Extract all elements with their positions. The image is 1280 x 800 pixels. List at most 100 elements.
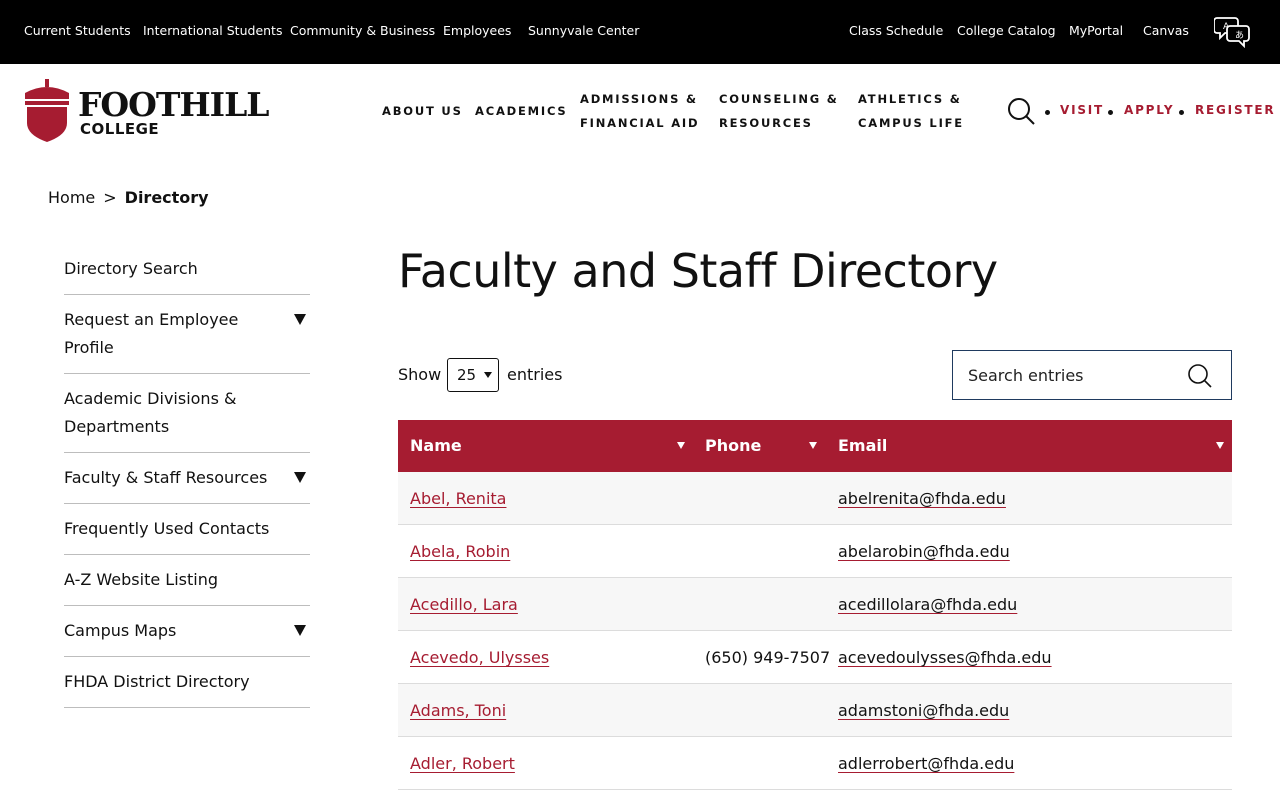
sidebar-item-campus-maps[interactable]: Campus Maps xyxy=(64,606,310,657)
nav-academics[interactable]: ACADEMICS xyxy=(475,99,568,123)
entries-label: entries xyxy=(507,365,563,384)
caret-down-icon[interactable] xyxy=(294,472,306,483)
employee-email-link[interactable]: acevedoulysses@fhda.edu xyxy=(838,648,1052,667)
cell-name: Adler, Robert xyxy=(410,737,515,790)
column-header-label: Email xyxy=(838,436,888,455)
page-title: Faculty and Staff Directory xyxy=(398,244,998,298)
employee-name-link[interactable]: Acevedo, Ulysses xyxy=(410,648,549,667)
cell-email: acevedoulysses@fhda.edu xyxy=(838,631,1052,684)
sidebar-item-az-website-listing[interactable]: A-Z Website Listing xyxy=(64,555,310,606)
page-size-value: 25 xyxy=(457,366,477,384)
sort-icon xyxy=(677,442,685,449)
translate-icon[interactable]: A あ xyxy=(1214,14,1252,48)
table-row: Abel, Renita abelrenita@fhda.edu xyxy=(398,472,1232,525)
employee-email-link[interactable]: abelrenita@fhda.edu xyxy=(838,489,1006,508)
sidebar-item-label: FHDA District Directory xyxy=(64,672,250,691)
cell-name: Abela, Robin xyxy=(410,525,510,578)
nav-counseling-resources[interactable]: COUNSELING & RESOURCES xyxy=(719,87,839,135)
column-header-label: Phone xyxy=(705,436,762,455)
cell-email: abelrenita@fhda.edu xyxy=(838,472,1006,525)
employee-name-link[interactable]: Acedillo, Lara xyxy=(410,595,518,614)
sidebar-item-frequently-used-contacts[interactable]: Frequently Used Contacts xyxy=(64,504,310,555)
utility-bar: Current Students International Students … xyxy=(0,0,1280,64)
cell-name: Adams, Toni xyxy=(410,684,506,737)
visit-link[interactable]: VISIT xyxy=(1060,103,1104,117)
apply-link[interactable]: APPLY xyxy=(1124,103,1174,117)
column-header-phone[interactable]: Phone xyxy=(705,420,823,472)
employee-email-link[interactable]: adamstoni@fhda.edu xyxy=(838,701,1009,720)
column-header-name[interactable]: Name xyxy=(410,420,695,472)
foothill-college-logo[interactable]: FOOTHILL COLLEGE xyxy=(23,79,269,143)
sidebar-item-label: Directory Search xyxy=(64,259,198,278)
cell-phone: (650) 949-7507 xyxy=(705,648,831,667)
sidebar-item-academic-divisions[interactable]: Academic Divisions & Departments xyxy=(64,374,310,453)
chevron-down-icon xyxy=(484,372,492,378)
nav-about-us[interactable]: ABOUT US xyxy=(382,99,463,123)
logo-wordmark-line2: COLLEGE xyxy=(80,120,160,138)
utility-link-employees[interactable]: Employees xyxy=(443,23,511,38)
caret-down-icon[interactable] xyxy=(294,625,306,636)
breadcrumb-separator: > xyxy=(103,188,117,207)
nav-athletics-campus-life[interactable]: ATHLETICS & CAMPUS LIFE xyxy=(858,87,964,135)
page-size-select[interactable]: 25 xyxy=(447,358,499,392)
utility-link-sunnyvale-center[interactable]: Sunnyvale Center xyxy=(528,23,639,38)
table-row: Acedillo, Lara acedillolara@fhda.edu xyxy=(398,578,1232,631)
nav-separator-dot xyxy=(1045,110,1050,115)
table-row: Acevedo, Ulysses (650) 949-7507 acevedou… xyxy=(398,631,1232,684)
directory-table: Name Phone Email Abel, Renita abelrenita… xyxy=(398,420,1232,790)
sidebar-item-label: Academic Divisions & Departments xyxy=(64,389,237,436)
table-row: Adler, Robert adlerrobert@fhda.edu xyxy=(398,737,1232,790)
cell-name: Acedillo, Lara xyxy=(410,578,518,631)
nav-separator-dot xyxy=(1179,110,1184,115)
sidebar-item-label: A-Z Website Listing xyxy=(64,570,218,589)
table-search-box xyxy=(952,350,1232,400)
breadcrumb-home[interactable]: Home xyxy=(48,188,95,207)
sidebar-item-request-employee-profile[interactable]: Request an Employee Profile xyxy=(64,295,310,374)
employee-name-link[interactable]: Adams, Toni xyxy=(410,701,506,720)
column-header-label: Name xyxy=(410,436,462,455)
sidebar-item-label: Campus Maps xyxy=(64,621,177,640)
sidebar-item-label: Request an Employee Profile xyxy=(64,310,239,357)
utility-link-canvas[interactable]: Canvas xyxy=(1143,23,1189,38)
sidebar-item-faculty-staff-resources[interactable]: Faculty & Staff Resources xyxy=(64,453,310,504)
employee-email-link[interactable]: acedillolara@fhda.edu xyxy=(838,595,1017,614)
search-input[interactable] xyxy=(968,363,1178,387)
employee-name-link[interactable]: Adler, Robert xyxy=(410,754,515,773)
column-header-email[interactable]: Email xyxy=(838,420,1224,472)
utility-link-myportal[interactable]: MyPortal xyxy=(1069,23,1123,38)
sidebar-item-directory-search[interactable]: Directory Search xyxy=(64,244,310,295)
table-row: Adams, Toni adamstoni@fhda.edu xyxy=(398,684,1232,737)
employee-name-link[interactable]: Abela, Robin xyxy=(410,542,510,561)
utility-link-class-schedule[interactable]: Class Schedule xyxy=(849,23,943,38)
employee-email-link[interactable]: adlerrobert@fhda.edu xyxy=(838,754,1014,773)
cell-email: adlerrobert@fhda.edu xyxy=(838,737,1014,790)
utility-link-current-students[interactable]: Current Students xyxy=(24,23,131,38)
breadcrumb: Home > Directory xyxy=(48,188,209,207)
sidebar-item-label: Faculty & Staff Resources xyxy=(64,468,268,487)
cell-name: Acevedo, Ulysses xyxy=(410,631,549,684)
nav-counseling-line2: RESOURCES xyxy=(719,116,813,130)
nav-admissions-financial-aid[interactable]: ADMISSIONS & FINANCIAL AID xyxy=(580,87,699,135)
employee-name-link[interactable]: Abel, Renita xyxy=(410,489,506,508)
caret-down-icon[interactable] xyxy=(294,314,306,325)
nav-separator-dot xyxy=(1108,110,1113,115)
cell-email: adamstoni@fhda.edu xyxy=(838,684,1009,737)
utility-link-college-catalog[interactable]: College Catalog xyxy=(957,23,1056,38)
sort-icon xyxy=(809,442,817,449)
sort-icon xyxy=(1216,442,1224,449)
table-row: Abela, Robin abelarobin@fhda.edu xyxy=(398,525,1232,578)
sidebar-item-fhda-district-directory[interactable]: FHDA District Directory xyxy=(64,657,310,708)
utility-link-international-students[interactable]: International Students xyxy=(143,23,282,38)
nav-athletics-line1: ATHLETICS & xyxy=(858,92,962,106)
table-header: Name Phone Email xyxy=(398,420,1232,472)
register-link[interactable]: REGISTER xyxy=(1195,103,1275,117)
nav-athletics-line2: CAMPUS LIFE xyxy=(858,116,964,130)
cell-email: abelarobin@fhda.edu xyxy=(838,525,1010,578)
sidebar-item-label: Frequently Used Contacts xyxy=(64,519,270,538)
site-search-icon[interactable] xyxy=(1007,97,1035,125)
sidebar-nav: Directory Search Request an Employee Pro… xyxy=(64,244,310,708)
utility-link-community-business[interactable]: Community & Business xyxy=(290,23,435,38)
search-icon[interactable] xyxy=(1187,363,1213,389)
breadcrumb-current: Directory xyxy=(124,188,209,207)
employee-email-link[interactable]: abelarobin@fhda.edu xyxy=(838,542,1010,561)
